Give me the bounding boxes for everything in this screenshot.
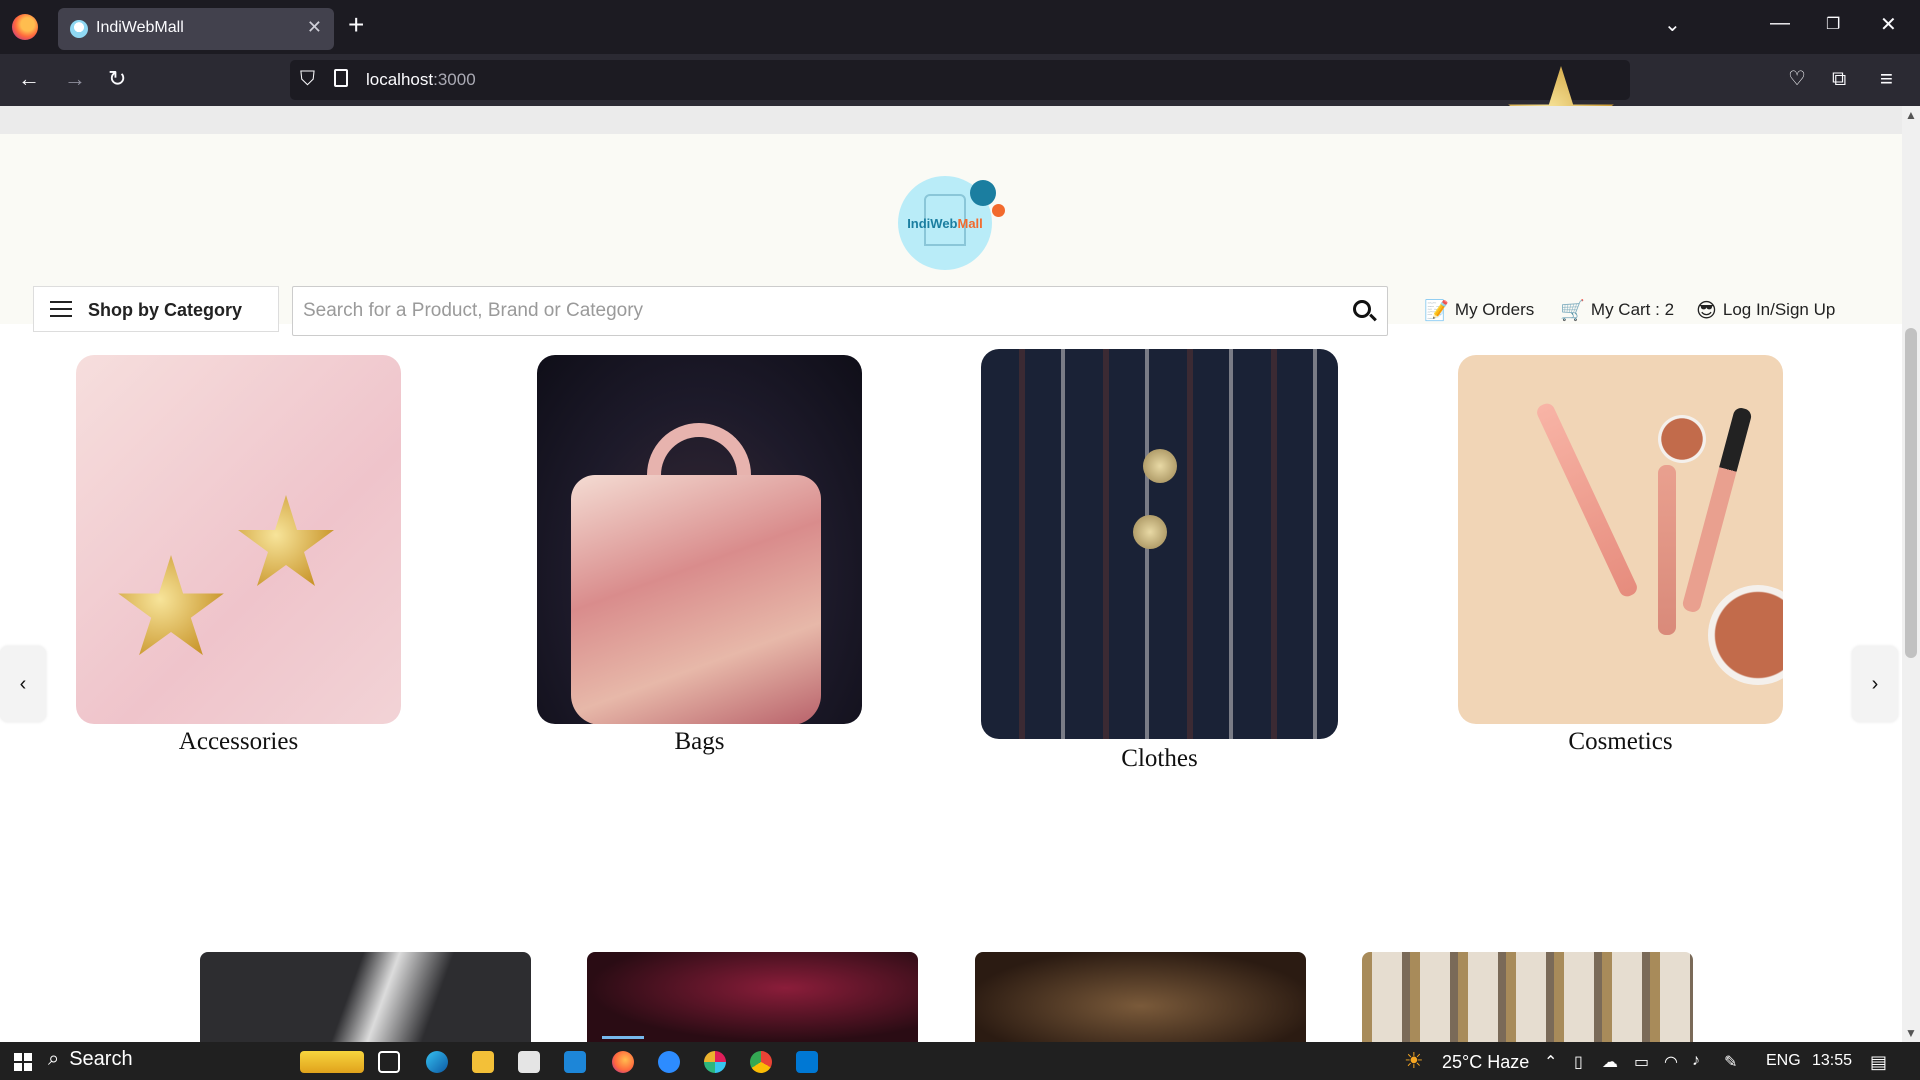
product-search (292, 286, 1388, 336)
product-card[interactable] (587, 952, 918, 1042)
url-text[interactable]: localhost:3000 (366, 70, 476, 90)
category-card-bags[interactable]: Bags (537, 355, 862, 756)
site-favicon-icon (70, 20, 88, 38)
pen-icon[interactable]: ✎ (1724, 1052, 1737, 1072)
search-input[interactable] (303, 295, 1313, 327)
category-card-cosmetics[interactable]: Cosmetics (1458, 355, 1783, 756)
category-card-clothes[interactable]: Clothes (981, 349, 1338, 773)
site-logo[interactable]: IndiWebMall (898, 176, 1005, 270)
logo-dot (970, 180, 996, 206)
chrome-icon[interactable] (750, 1051, 772, 1073)
taskbar-search[interactable]: ⌕ Search (48, 1048, 288, 1074)
weather-icon: ☀ (1404, 1048, 1424, 1073)
battery-icon[interactable]: ▭ (1634, 1052, 1649, 1072)
windows-start-icon[interactable] (14, 1053, 32, 1071)
site-header: IndiWebMall Shop by Category 📝My Orders … (0, 134, 1902, 336)
notifications-icon[interactable]: ▤ (1870, 1052, 1887, 1073)
sunglasses-face-icon: 😎 (1696, 300, 1717, 322)
scrollbar-thumb[interactable] (1905, 328, 1917, 658)
close-tab-icon[interactable]: ✕ (307, 17, 322, 38)
show-hidden-icons[interactable]: ⌃ (1544, 1052, 1557, 1072)
firefox-icon[interactable] (12, 14, 38, 40)
category-image (537, 355, 862, 724)
search-icon[interactable] (1353, 300, 1371, 318)
my-cart-link[interactable]: 🛒 My Cart : 2 (1560, 298, 1674, 323)
minimize-icon[interactable]: — (1770, 12, 1790, 35)
active-app-indicator (602, 1036, 644, 1039)
category-card-accessories[interactable]: Accessories (76, 355, 401, 756)
hamburger-icon (50, 301, 72, 317)
category-image (981, 349, 1338, 739)
windows-taskbar: ⌕ Search ☀ 25°C Haze ⌃ ▯ ☁ ▭ ◠ ♪ ✎ ENG 13… (0, 1042, 1920, 1080)
search-icon: ⌕ (48, 1048, 60, 1070)
task-view-icon[interactable] (378, 1051, 400, 1073)
list-tabs-icon[interactable]: ⌄ (1664, 12, 1681, 37)
wifi-icon[interactable]: ◠ (1664, 1052, 1678, 1072)
store-icon[interactable] (518, 1051, 540, 1073)
slack-icon[interactable] (704, 1051, 726, 1073)
address-bar[interactable]: ⛉ localhost:3000 ☆ (290, 60, 1630, 167)
category-label: Clothes (1121, 745, 1198, 772)
product-card[interactable] (200, 952, 531, 1042)
shop-by-category-label: Shop by Category (88, 300, 243, 320)
pocket-icon[interactable]: ♡ (1788, 66, 1806, 92)
orders-icon: 📝 (1424, 300, 1449, 322)
edge-icon[interactable] (426, 1051, 448, 1073)
file-explorer-icon[interactable] (472, 1051, 494, 1073)
tab-title: IndiWebMall (96, 19, 184, 36)
browser-tab-bar: IndiWebMall ✕ + ⌄ — ❐ ✕ (0, 0, 1920, 54)
extensions-icon[interactable]: ⧉ (1832, 66, 1846, 92)
weather-text[interactable]: 25°C Haze (1442, 1052, 1529, 1073)
category-label: Accessories (178, 728, 299, 755)
my-orders-link[interactable]: 📝 My Orders (1424, 298, 1534, 323)
mail-icon[interactable] (564, 1051, 586, 1073)
logo-text: IndiWebMall (907, 216, 983, 231)
clock[interactable]: 13:55 (1812, 1052, 1852, 1070)
tray-app-icon[interactable]: ▯ (1574, 1052, 1583, 1072)
shop-by-category-button[interactable]: Shop by Category (33, 286, 279, 332)
forward-icon[interactable]: → (64, 66, 86, 92)
vscode-icon[interactable] (796, 1051, 818, 1073)
category-label: Bags (674, 728, 725, 755)
onedrive-icon[interactable]: ☁ (1602, 1052, 1618, 1072)
cart-icon: 🛒 (1560, 300, 1585, 322)
login-signup-link[interactable]: 😎 Log In/Sign Up (1696, 298, 1835, 323)
page-scrollbar[interactable]: ▲ ▼ (1902, 106, 1920, 1042)
browser-tab[interactable]: IndiWebMall ✕ (58, 8, 334, 50)
category-label: Cosmetics (1568, 728, 1673, 755)
firefox-taskbar-icon[interactable] (612, 1051, 634, 1073)
page-info-icon[interactable] (334, 69, 348, 87)
back-icon[interactable]: ← (18, 66, 40, 92)
carousel-next-button[interactable]: › (1852, 646, 1898, 722)
browser-nav-bar: ← → ↻ ⛉ localhost:3000 ☆ ♡ ⧉ ≡ (0, 54, 1920, 167)
widget-image-icon[interactable] (300, 1051, 364, 1073)
logo-dot-small (992, 204, 1005, 217)
category-image (1458, 355, 1783, 724)
language-indicator[interactable]: ENG (1766, 1052, 1801, 1070)
tracking-shield-icon[interactable]: ⛉ (300, 68, 315, 91)
carousel-prev-button[interactable]: ‹ (0, 646, 46, 722)
new-tab-icon[interactable]: + (348, 10, 364, 40)
restore-icon[interactable]: ❐ (1826, 14, 1840, 34)
close-window-icon[interactable]: ✕ (1880, 12, 1897, 37)
top-band (0, 106, 1902, 134)
product-card[interactable] (1362, 952, 1693, 1042)
page-viewport: IndiWebMall Shop by Category 📝My Orders … (0, 106, 1920, 1042)
volume-icon[interactable]: ♪ (1692, 1052, 1700, 1070)
product-card[interactable] (975, 952, 1306, 1042)
zoom-icon[interactable] (658, 1051, 680, 1073)
reload-icon[interactable]: ↻ (108, 66, 126, 92)
category-image (76, 355, 401, 724)
menu-icon[interactable]: ≡ (1880, 66, 1893, 92)
